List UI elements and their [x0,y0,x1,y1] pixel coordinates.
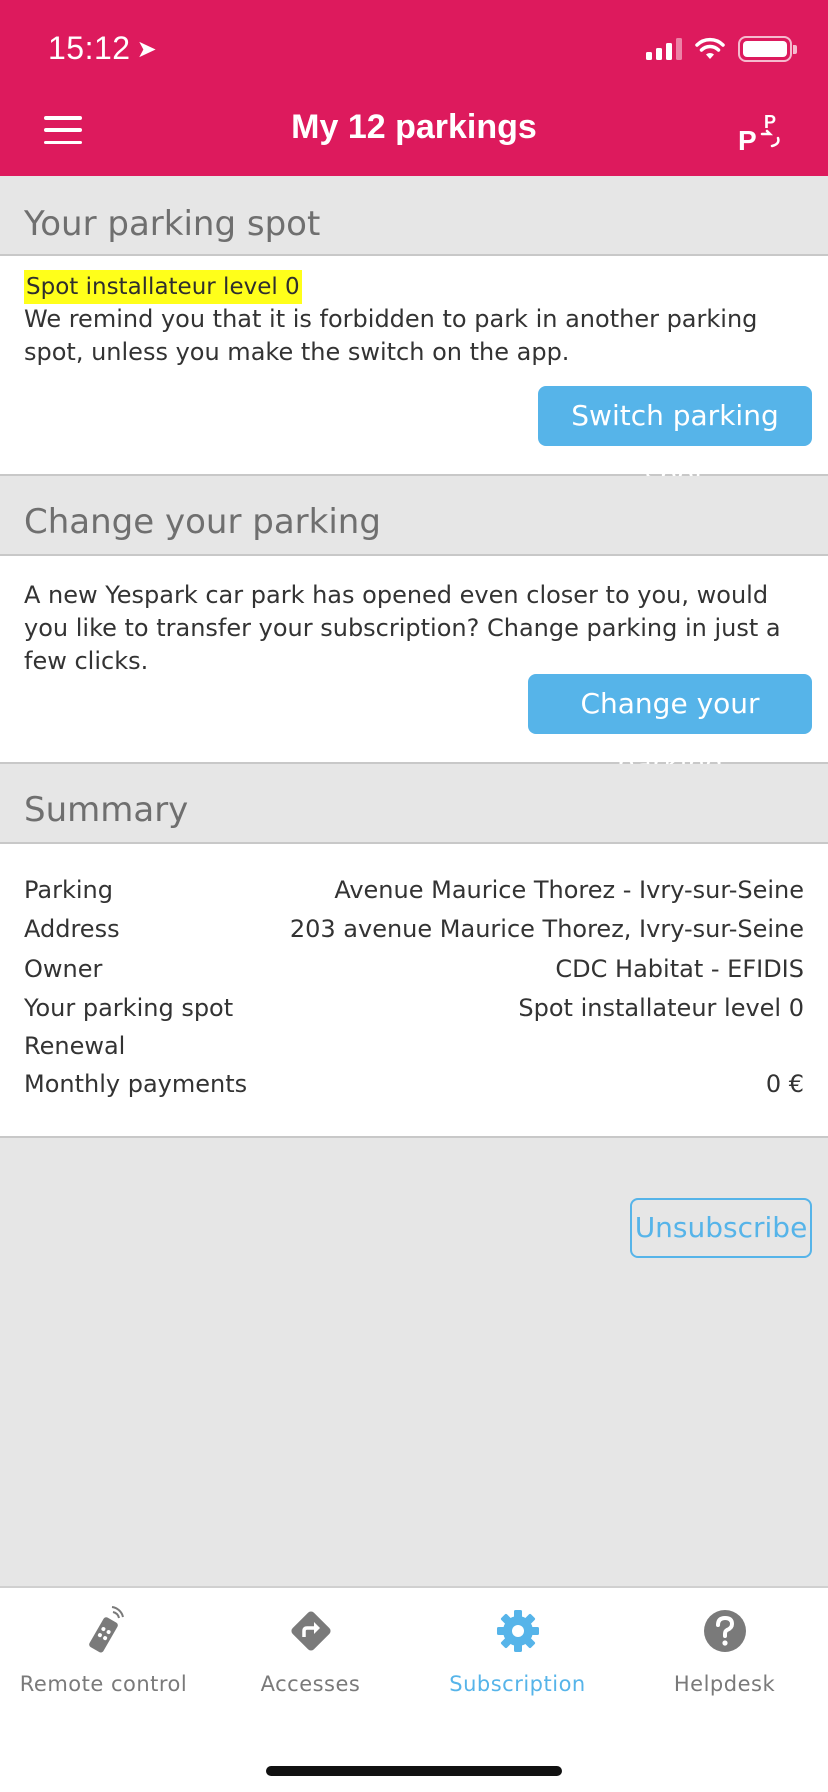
gear-icon [496,1610,539,1652]
tab-label: Accesses [260,1672,361,1696]
summary-value: Avenue Maurice Thorez - Ivry-sur-Seine [334,876,804,904]
page-title: My 12 parkings [291,108,537,146]
switch-parking-spot-button[interactable]: Switch parking spot [538,386,812,492]
status-bar-time: 15:12 ➤ [48,30,158,66]
summary-row-address: Address 203 avenue Maurice Thorez, Ivry-… [24,912,804,946]
spot-reminder-text: We remind you that it is forbidden to pa… [24,305,758,366]
summary-row-owner: Owner CDC Habitat - EFIDIS [24,952,804,986]
battery-icon [738,36,797,62]
summary-row-spot: Your parking spot Spot installateur leve… [24,991,804,1025]
cellular-signal-icon [646,38,682,60]
svg-text:P: P [738,125,757,154]
svg-text:P: P [764,112,776,132]
summary-section-title: Summary [24,790,189,830]
summary-value: CDC Habitat - EFIDIS [555,955,804,983]
change-section-title: Change your parking [24,502,381,542]
directions-icon [290,1611,331,1651]
summary-label: Parking [24,876,113,904]
tab-subscription[interactable]: Subscription [414,1606,621,1696]
summary-row-parking: Parking Avenue Maurice Thorez - Ivry-sur… [24,873,804,907]
summary-label: Address [24,915,120,943]
status-bar-indicators [646,36,797,62]
tab-accesses[interactable]: Accesses [207,1606,414,1696]
summary-label: Renewal [24,1032,126,1060]
tab-label: Remote control [19,1672,188,1696]
wifi-icon [695,37,725,59]
location-arrow-icon: ➤ [136,36,158,63]
summary-value: 203 avenue Maurice Thorez, Ivry-sur-Sein… [289,915,804,943]
summary-label: Monthly payments [24,1070,248,1098]
tab-label: Subscription [449,1672,586,1696]
app-header: 15:12 ➤ My 12 parkings P P [0,0,828,176]
bottom-tab-bar: Remote control Accesses Subscription Hel… [0,1586,828,1792]
tab-helpdesk[interactable]: Helpdesk [621,1606,828,1696]
unsubscribe-button[interactable]: Unsubscribe [630,1198,812,1258]
home-indicator [266,1766,562,1776]
spot-section-title: Your parking spot [24,204,321,244]
spot-section-header: Your parking spot [0,176,828,256]
change-parking-text: A new Yespark car park has opened even c… [24,581,781,675]
summary-label: Owner [24,955,103,983]
switch-parking-icon[interactable]: P P [738,110,786,154]
summary-value: 0 € [765,1070,804,1098]
summary-row-renewal: Renewal [24,1029,804,1063]
remote-control-icon [88,1606,124,1653]
summary-value: Spot installateur level 0 [518,994,804,1022]
help-icon [703,1610,746,1652]
tab-label: Helpdesk [673,1672,776,1696]
change-section-header: Change your parking [0,476,828,556]
current-spot-highlight: Spot installateur level 0 [24,270,302,304]
tab-remote-control[interactable]: Remote control [0,1606,207,1696]
summary-row-monthly: Monthly payments 0 € [24,1067,804,1101]
summary-section-header: Summary [0,764,828,844]
change-your-parking-button[interactable]: Change your parking [528,674,812,780]
summary-label: Your parking spot [24,994,234,1022]
